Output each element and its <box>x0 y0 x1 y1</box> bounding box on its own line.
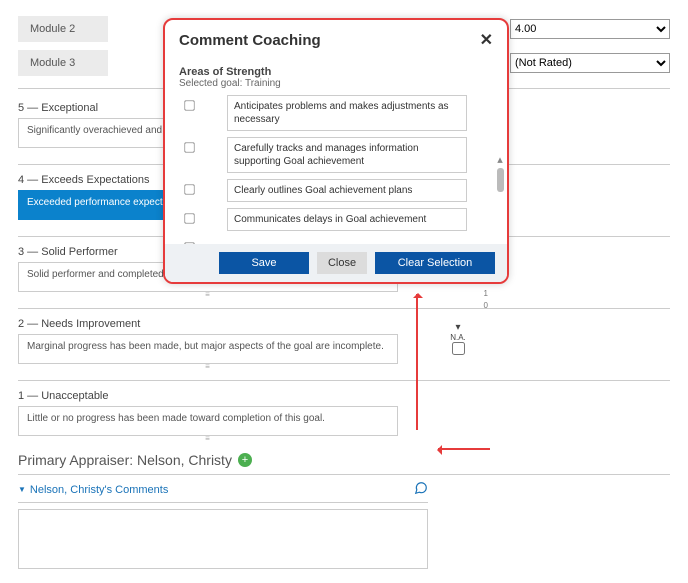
coaching-option-checkbox[interactable] <box>184 100 194 110</box>
annotation-arrow-vertical <box>416 294 418 430</box>
rating-chart: 2 1 0 ▾ N.A. <box>428 276 488 355</box>
coaching-option-checkbox[interactable] <box>184 184 194 194</box>
chevron-down-icon: ▾ <box>428 322 488 333</box>
scroll-up-icon: ▴ <box>497 153 503 166</box>
module-2-rating-select[interactable]: 4.00 <box>510 19 670 39</box>
chevron-down-icon: ▼ <box>18 485 26 494</box>
primary-appraiser-heading: Primary Appraiser: Nelson, Christy + <box>18 452 670 470</box>
resize-handle-icon[interactable] <box>18 437 398 442</box>
comments-textarea[interactable] <box>18 509 428 569</box>
close-icon[interactable]: ✕ <box>480 30 493 50</box>
modal-selected-goal: Selected goal: Training <box>165 78 507 95</box>
coaching-option-checkbox[interactable] <box>184 213 194 223</box>
modal-title: Comment Coaching <box>179 32 321 49</box>
rating-level-desc[interactable]: Little or no progress has been made towa… <box>18 406 398 436</box>
comments-toggle[interactable]: ▼ Nelson, Christy's Comments <box>18 477 428 503</box>
rating-level-title: 1 — Unacceptable <box>18 387 670 406</box>
coaching-option-text: Carefully tracks and manages information… <box>227 137 467 173</box>
comment-coaching-modal: Comment Coaching ✕ Areas of Strength Sel… <box>163 18 509 284</box>
resize-handle-icon[interactable] <box>18 365 398 370</box>
coaching-option-checkbox[interactable] <box>184 242 194 244</box>
coaching-option-text: Clearly outlines Goal achievement plans <box>227 179 467 202</box>
coaching-option-text: Communicates delays in Goal achievement <box>227 208 467 231</box>
add-appraiser-icon[interactable]: + <box>238 453 252 467</box>
coaching-option-checkbox[interactable] <box>184 142 194 152</box>
module-2-tab[interactable]: Module 2 <box>18 16 108 42</box>
comment-bubble-icon[interactable] <box>414 481 428 498</box>
resize-handle-icon[interactable] <box>18 293 398 298</box>
coaching-option-text: Anticipates problems and makes adjustmen… <box>227 95 467 131</box>
save-button[interactable]: Save <box>219 252 309 274</box>
module-3-rating-select[interactable]: (Not Rated) <box>510 53 670 73</box>
rating-level-title: 2 — Needs Improvement <box>18 315 670 334</box>
rating-level-desc[interactable]: Marginal progress has been made, but maj… <box>18 334 398 364</box>
annotation-arrow-horizontal <box>438 448 490 450</box>
module-3-tab[interactable]: Module 3 <box>18 50 108 76</box>
modal-scrollbar[interactable]: ▴ ▾ <box>495 153 505 244</box>
scroll-thumb[interactable] <box>497 168 504 192</box>
na-checkbox[interactable] <box>452 342 465 355</box>
close-button[interactable]: Close <box>317 252 367 274</box>
modal-section-title: Areas of Strength <box>165 52 507 78</box>
clear-selection-button[interactable]: Clear Selection <box>375 252 495 274</box>
